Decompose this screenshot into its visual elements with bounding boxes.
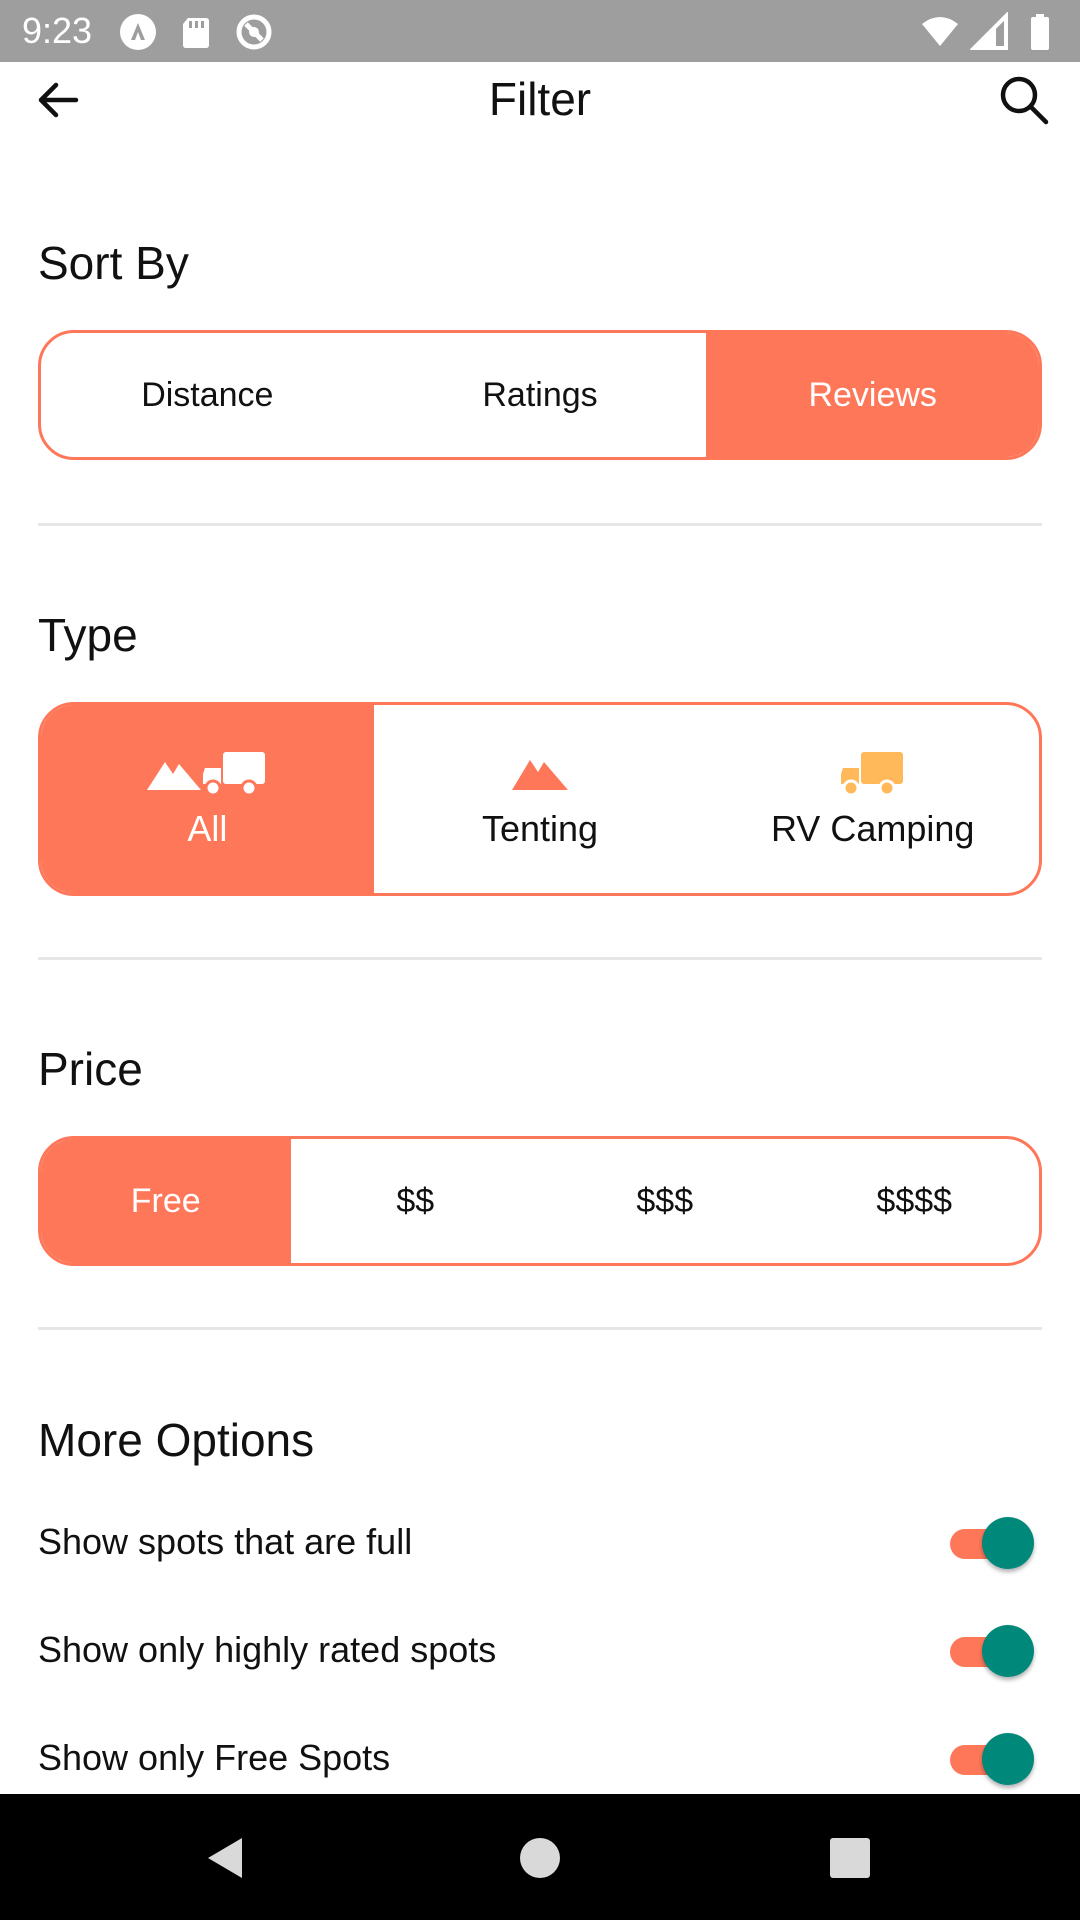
battery-icon: [1031, 14, 1049, 50]
option-label: Show only highly rated spots: [38, 1629, 497, 1670]
price-segmented-control: Free $$ $$$ $$$$: [38, 1136, 1042, 1266]
nav-recents-button[interactable]: [818, 1826, 882, 1890]
sort-option-ratings[interactable]: Ratings: [374, 333, 707, 457]
price-option-3[interactable]: $$$: [540, 1139, 790, 1263]
page-title: Filter: [488, 73, 592, 125]
status-left-icons: [118, 12, 274, 52]
sort-by-segmented-control: Distance Ratings Reviews: [38, 330, 1042, 460]
type-title: Type: [38, 609, 138, 661]
toggle-free-spots[interactable]: [950, 1729, 1034, 1789]
search-icon: [1000, 76, 1049, 125]
app-bar: Filter: [0, 62, 1080, 134]
type-label-rv-camping: RV Camping: [770, 808, 975, 849]
android-auto-icon: [120, 14, 156, 50]
search-button[interactable]: [994, 70, 1054, 130]
price-option-4[interactable]: $$$$: [790, 1139, 1040, 1263]
type-segmented-control: All Tenting RV Camping: [38, 702, 1042, 896]
price-option-2[interactable]: $$: [291, 1139, 541, 1263]
sd-card-icon: [183, 18, 209, 48]
nav-home-button[interactable]: [508, 1826, 572, 1890]
toggle-full-spots[interactable]: [950, 1513, 1034, 1573]
recents-square-icon: [830, 1838, 870, 1878]
system-nav-bar: [0, 1794, 1080, 1920]
option-label: Show spots that are full: [38, 1521, 413, 1562]
toggle-thumb: [982, 1625, 1034, 1677]
divider: [38, 957, 1042, 960]
more-options-title: More Options: [38, 1414, 315, 1466]
type-label-all: All: [187, 808, 228, 849]
nav-back-button[interactable]: [194, 1826, 258, 1890]
signal-icon: [970, 12, 1008, 50]
tent-truck-icon: [147, 752, 266, 797]
sort-option-reviews[interactable]: Reviews: [706, 333, 1039, 457]
truck-icon: [840, 752, 903, 797]
option-row-free-spots: Show only Free Spots: [38, 1719, 1042, 1799]
toggle-thumb: [982, 1517, 1034, 1569]
sync-icon: [236, 14, 272, 50]
toggle-highly-rated[interactable]: [950, 1621, 1034, 1681]
tent-icon: [512, 760, 568, 790]
toggle-thumb: [982, 1733, 1034, 1785]
type-option-rv-camping[interactable]: RV Camping: [706, 705, 1039, 893]
wifi-icon: [922, 17, 958, 46]
home-circle-icon: [520, 1838, 560, 1878]
type-option-all[interactable]: All: [41, 705, 374, 893]
option-row-full-spots: Show spots that are full: [38, 1503, 1042, 1583]
type-option-tenting[interactable]: Tenting: [374, 705, 707, 893]
option-label: Show only Free Spots: [38, 1737, 391, 1778]
status-time: 9:23: [22, 10, 93, 51]
status-right-icons: [920, 12, 1060, 52]
option-row-highly-rated: Show only highly rated spots: [38, 1611, 1042, 1691]
divider: [38, 1327, 1042, 1330]
sort-by-title: Sort By: [38, 237, 189, 289]
status-bar: 9:23: [0, 0, 1080, 62]
type-label-tenting: Tenting: [481, 808, 599, 849]
back-triangle-icon: [208, 1838, 242, 1878]
divider: [38, 523, 1042, 526]
sort-option-distance[interactable]: Distance: [41, 333, 374, 457]
price-option-free[interactable]: Free: [41, 1139, 291, 1263]
price-title: Price: [38, 1043, 143, 1095]
